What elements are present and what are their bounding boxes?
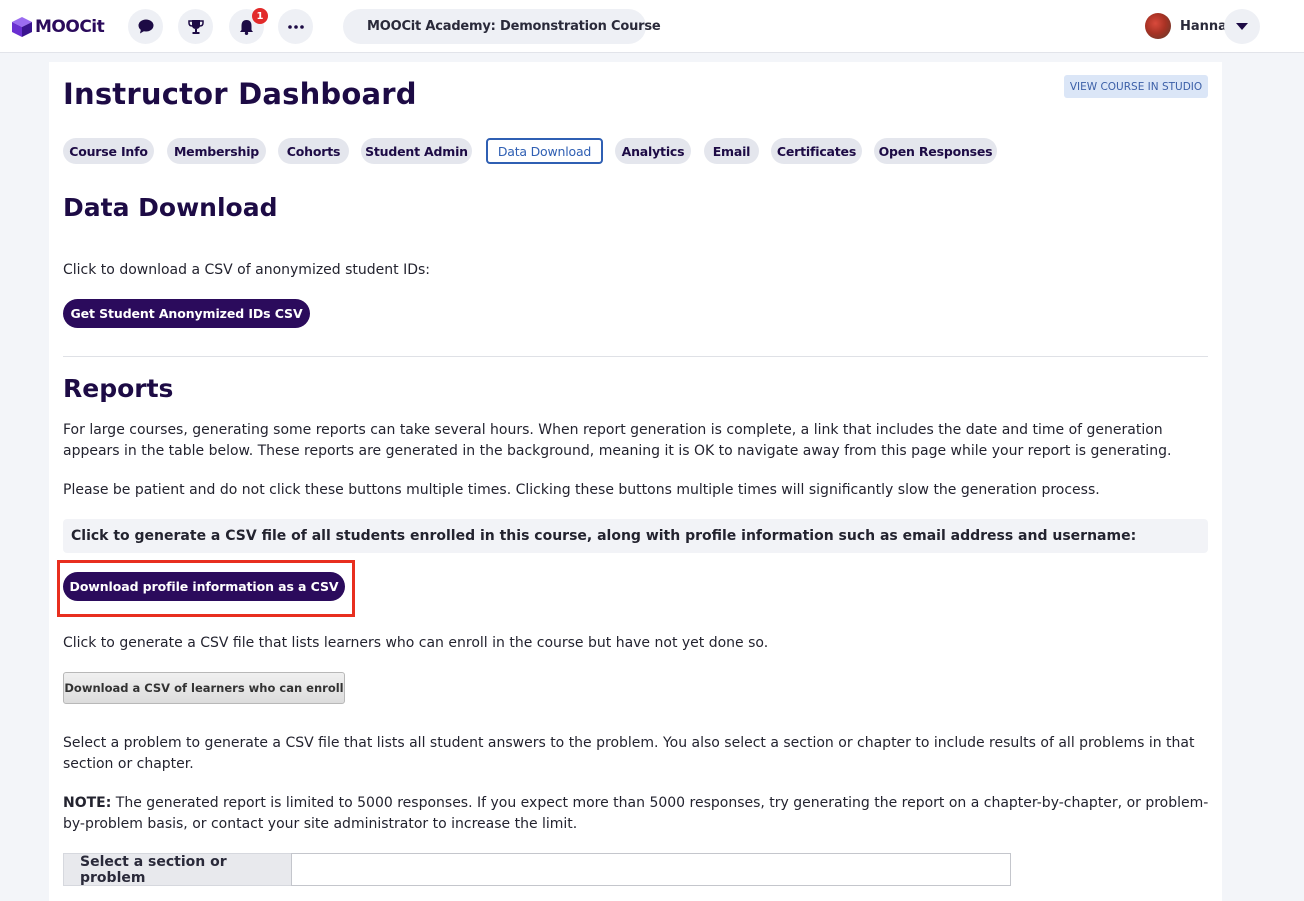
may-enroll-description: Click to generate a CSV file that lists … (63, 635, 769, 651)
caret-down-icon (1236, 23, 1248, 30)
bell-icon (240, 19, 253, 35)
top-navigation-bar: MOOCit 1 MOOCit Academy: Demonstration C… (0, 0, 1304, 53)
download-may-enroll-csv-button[interactable]: Download a CSV of learners who can enrol… (63, 672, 345, 704)
page-title: Instructor Dashboard (63, 77, 417, 111)
discussions-button[interactable] (128, 9, 163, 44)
user-menu[interactable]: Hanna (1145, 13, 1227, 39)
profile-info-callout: Click to generate a CSV file of all stud… (63, 519, 1208, 553)
reports-intro-text: For large courses, generating some repor… (63, 422, 1172, 459)
responses-limit-note: NOTE: The generated report is limited to… (63, 793, 1211, 835)
user-name: Hanna (1180, 18, 1227, 34)
problem-responses-description: Select a problem to generate a CSV file … (63, 735, 1195, 772)
select-section-label: Select a section or problem (63, 853, 291, 886)
data-download-heading: Data Download (63, 193, 278, 222)
problem-selector: Select a section or problem (63, 853, 1011, 886)
section-divider (63, 356, 1208, 357)
more-options-button[interactable] (278, 9, 313, 44)
tab-certificates[interactable]: Certificates (771, 138, 862, 164)
progress-button[interactable] (178, 9, 213, 44)
logo-text: MOOCit (35, 17, 105, 37)
chat-bubble-icon (138, 19, 153, 34)
reports-heading: Reports (63, 374, 174, 403)
notification-count-badge: 1 (252, 8, 268, 24)
anonymized-ids-description: Click to download a CSV of anonymized st… (63, 262, 431, 278)
tab-course-info[interactable]: Course Info (63, 138, 154, 164)
tab-membership[interactable]: Membership (167, 138, 266, 164)
avatar (1145, 13, 1171, 39)
course-title: MOOCit Academy: Demonstration Course (367, 19, 661, 34)
reports-patience-text: Please be patient and do not click these… (63, 482, 1100, 498)
tab-data-download[interactable]: Data Download (486, 138, 603, 164)
tab-open-responses[interactable]: Open Responses (874, 138, 997, 164)
tab-email[interactable]: Email (704, 138, 759, 164)
highlight-box (57, 560, 355, 617)
view-in-studio-button[interactable]: VIEW COURSE IN STUDIO (1064, 75, 1208, 98)
tab-analytics[interactable]: Analytics (615, 138, 691, 164)
logo-cube-icon (12, 17, 32, 37)
get-anonymized-ids-button[interactable]: Get Student Anonymized IDs CSV (63, 299, 310, 328)
user-dropdown-button[interactable] (1224, 9, 1260, 44)
note-label: NOTE: (63, 795, 112, 811)
ellipsis-icon (287, 24, 304, 29)
trophy-icon (187, 19, 204, 34)
course-switcher[interactable]: MOOCit Academy: Demonstration Course (343, 9, 661, 44)
note-text: The generated report is limited to 5000 … (63, 795, 1209, 832)
section-problem-input[interactable] (291, 853, 1011, 886)
tab-student-admin[interactable]: Student Admin (361, 138, 472, 164)
tab-cohorts[interactable]: Cohorts (278, 138, 349, 164)
moocit-logo[interactable]: MOOCit (11, 15, 105, 39)
